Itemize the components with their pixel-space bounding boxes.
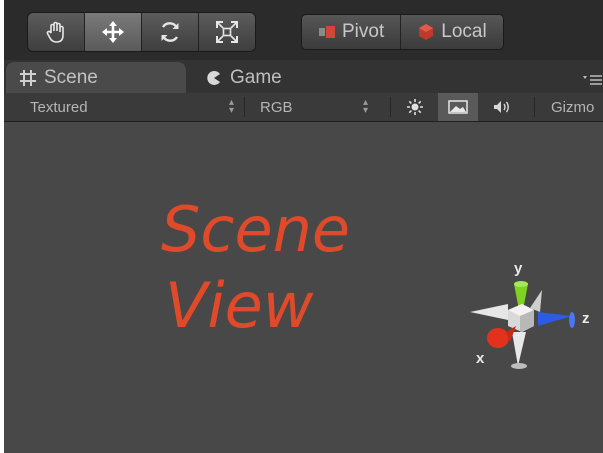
- gizmos-label: Gizmo: [551, 98, 595, 116]
- scene-viewport[interactable]: Scene View y x z: [4, 122, 603, 453]
- unity-editor-window: Pivot Local Scene Game Textured ▴ ▾ RGB …: [4, 0, 603, 453]
- divider: [534, 97, 535, 117]
- sun-icon: [407, 99, 423, 115]
- color-mode-dropdown[interactable]: RGB ▴ ▾: [260, 93, 372, 121]
- neg-x-cone[interactable]: [470, 304, 508, 320]
- caption-line-2: View: [165, 269, 314, 342]
- pivot-label: Pivot: [342, 21, 385, 42]
- tab-game-label: Game: [230, 66, 282, 88]
- grid-icon: [20, 69, 36, 86]
- pivot-toggle-group: Pivot Local: [301, 14, 504, 50]
- divider: [244, 97, 245, 117]
- pivot-button[interactable]: Pivot: [302, 15, 402, 49]
- scene-view-caption: Scene View: [161, 192, 350, 344]
- view-tab-bar: Scene Game: [4, 60, 603, 93]
- main-toolbar: Pivot Local: [4, 0, 603, 60]
- x-axis-cone[interactable]: [487, 328, 509, 348]
- rotate-icon: [161, 22, 179, 42]
- divider: [390, 97, 391, 117]
- hand-tool-button[interactable]: [28, 13, 85, 51]
- scene-options-bar: Textured ▴ ▾ RGB ▴ ▾ Gizmo: [4, 93, 603, 122]
- local-icon: [419, 24, 434, 40]
- gizmos-dropdown[interactable]: Gizmo: [551, 93, 594, 121]
- neg-y-cone-base: [511, 363, 527, 369]
- move-tool-button[interactable]: [85, 13, 142, 51]
- tab-game[interactable]: Game: [204, 62, 282, 93]
- speaker-icon: [494, 101, 509, 113]
- scale-tool-button[interactable]: [199, 13, 255, 51]
- caption-line-1: Scene: [161, 193, 351, 266]
- tab-scene-label: Scene: [44, 66, 98, 88]
- dropdown-arrows-icon: ▴ ▾: [362, 97, 368, 116]
- scale-icon: [216, 21, 238, 43]
- scene-image-effects-toggle[interactable]: [438, 93, 478, 121]
- hand-icon: [46, 21, 64, 43]
- pacman-icon: [207, 70, 220, 85]
- x-axis-label: x: [476, 350, 485, 367]
- dropdown-arrows-icon: ▴ ▾: [228, 97, 234, 116]
- y-axis-label: y: [514, 260, 523, 277]
- z-axis-label: z: [582, 310, 590, 327]
- transform-tool-group: [27, 12, 256, 52]
- image-icon: [448, 100, 468, 114]
- z-axis-cone[interactable]: [538, 312, 572, 326]
- pivot-icon: [319, 26, 335, 38]
- local-button[interactable]: Local: [401, 15, 503, 49]
- tab-menu-icon[interactable]: [581, 72, 603, 86]
- color-mode-value: RGB: [260, 98, 293, 116]
- tab-scene[interactable]: Scene: [6, 62, 186, 93]
- render-mode-dropdown[interactable]: Textured ▴ ▾: [30, 93, 238, 121]
- neg-z-cone[interactable]: [530, 290, 542, 312]
- local-label: Local: [441, 21, 487, 42]
- scene-audio-toggle[interactable]: [481, 93, 521, 121]
- y-axis-cone-base: [514, 281, 528, 287]
- rotate-tool-button[interactable]: [142, 13, 199, 51]
- axis-gizmo-graphic: [470, 281, 575, 369]
- render-mode-value: Textured: [30, 98, 88, 116]
- z-axis-cone-base: [569, 312, 575, 328]
- neg-y-cone[interactable]: [512, 332, 526, 366]
- scene-orientation-gizmo[interactable]: y x z: [464, 260, 603, 392]
- move-icon: [102, 21, 124, 43]
- scene-lighting-toggle[interactable]: [395, 93, 435, 121]
